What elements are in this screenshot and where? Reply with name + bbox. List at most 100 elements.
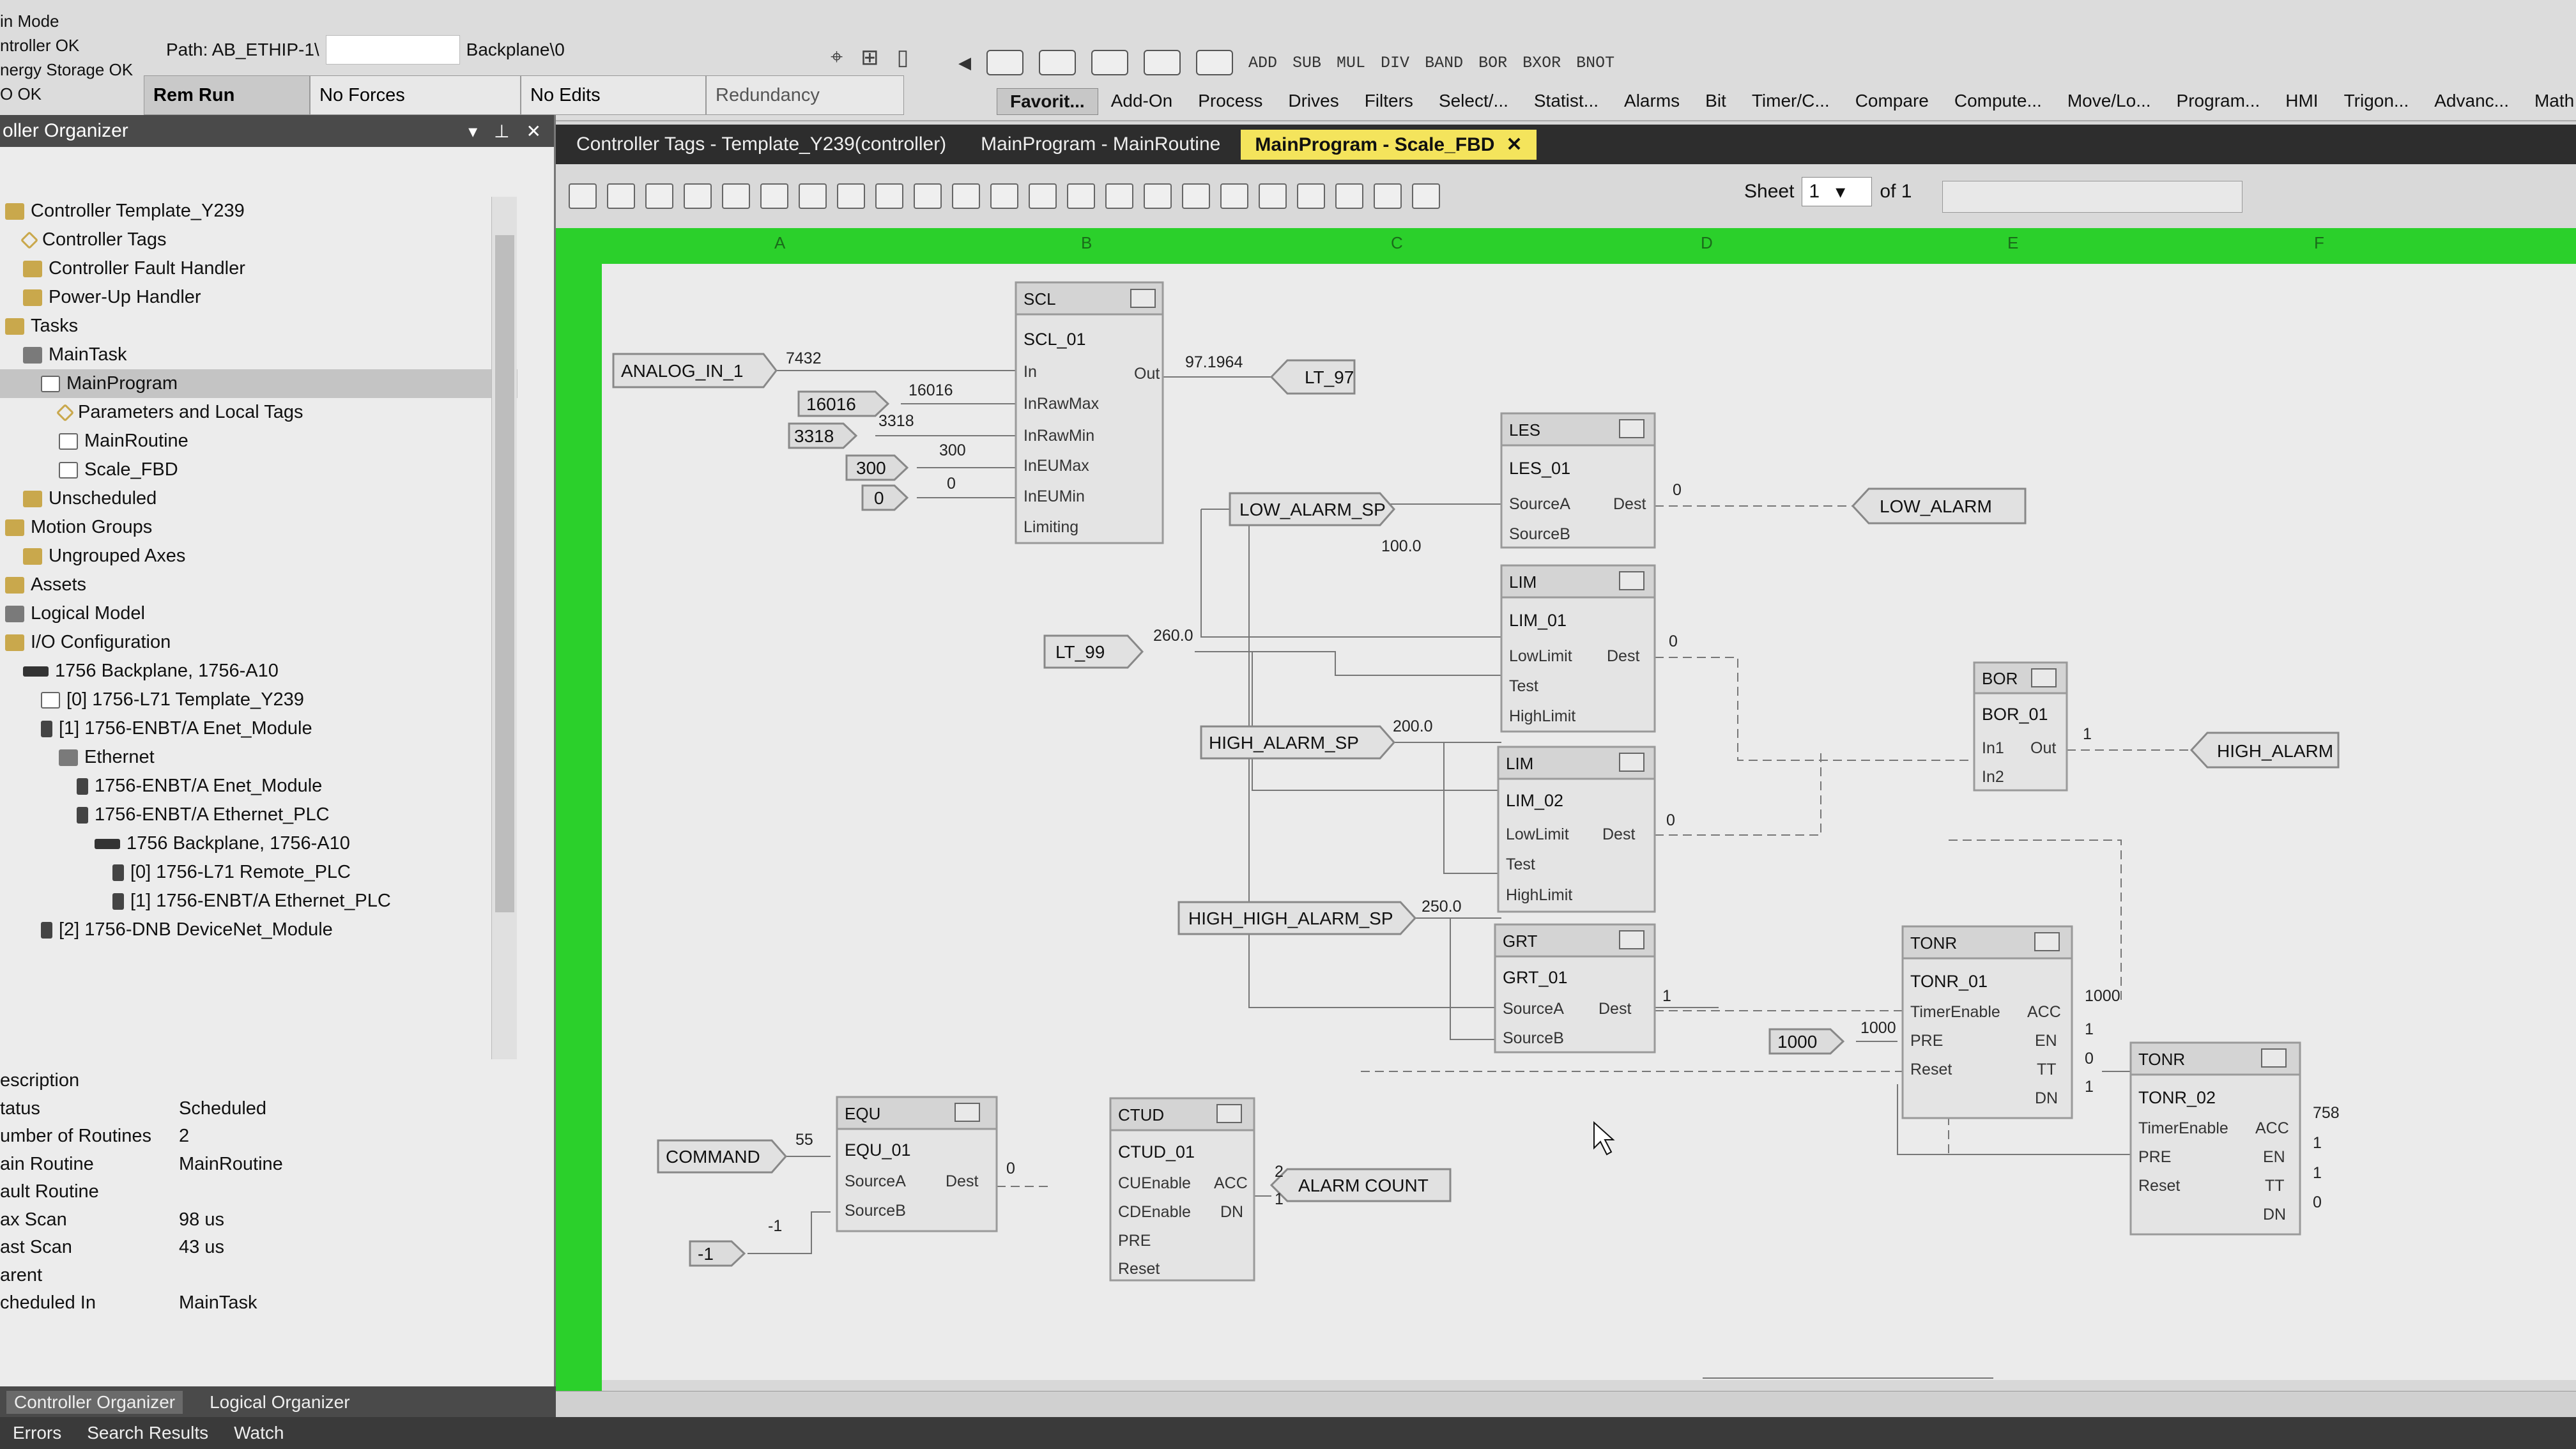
equ-properties-button[interactable] [954, 1103, 980, 1122]
block-grt[interactable]: GRT GRT_01 SourceA SourceB Dest 1 [1494, 923, 1671, 1054]
tab-main-routine[interactable]: MainProgram - MainRoutine [967, 130, 1234, 159]
block-btn-3[interactable] [1091, 50, 1128, 75]
tree-item[interactable]: Controller Template_Y239 [0, 197, 518, 226]
close-tab-icon[interactable]: ✕ [1506, 134, 1522, 155]
tb-btn-4[interactable] [684, 183, 712, 209]
cat-tab-compute[interactable]: Compute... [1942, 88, 2055, 115]
tb-btn-5[interactable] [722, 183, 750, 209]
tb-btn-1[interactable] [569, 183, 597, 209]
module-icon[interactable]: ▯ [897, 45, 909, 70]
cat-tab-addon[interactable]: Add-On [1098, 88, 1186, 115]
tree-item[interactable]: I/O Configuration [0, 628, 518, 657]
instr-add[interactable]: ADD [1248, 54, 1277, 72]
tree-item[interactable]: Assets [0, 571, 518, 599]
instr-band[interactable]: BAND [1425, 54, 1463, 72]
cat-tab-program[interactable]: Program... [2164, 88, 2273, 115]
tb-btn-22[interactable] [1374, 183, 1402, 209]
tb-btn-19[interactable] [1259, 183, 1287, 209]
cat-tab-drives[interactable]: Drives [1275, 88, 1351, 115]
rem-run-status[interactable]: Rem Run [144, 75, 310, 115]
tree-item[interactable]: MainRoutine [0, 427, 518, 456]
bor-properties-button[interactable] [2031, 668, 2057, 687]
block-tonr-01[interactable]: TONR TONR_01 TimerEnable PRE Reset ACC E… [1901, 925, 2120, 1119]
tb-btn-16[interactable] [1144, 183, 1172, 209]
cat-tab-process[interactable]: Process [1185, 88, 1275, 115]
block-equ[interactable]: EQU EQU_01 SourceA SourceB Dest 0 [836, 1096, 1015, 1232]
tree-item[interactable]: Tasks [0, 312, 518, 341]
tree-item[interactable]: Scale_FBD [0, 456, 518, 484]
zoom-out-icon[interactable] [1067, 183, 1095, 209]
block-lim-02[interactable]: LIM LIM_02 LowLimit Test HighLimit Dest … [1497, 746, 1675, 913]
tree-item[interactable]: Controller Fault Handler [0, 254, 518, 283]
block-bor[interactable]: BOR BOR_01 In1 In2 Out 1 [1973, 661, 2092, 792]
tb-btn-12[interactable] [990, 183, 1018, 209]
lim02-properties-button[interactable] [1619, 753, 1644, 772]
tab-controller-tags[interactable]: Controller Tags - Template_Y239(controll… [562, 130, 960, 159]
tab-controller-organizer[interactable]: Controller Organizer [6, 1391, 183, 1414]
cat-tab-filters[interactable]: Filters [1352, 88, 1426, 115]
block-scl[interactable]: SCL SCL_01 In InRawMax InRawMin InEUMax … [1015, 281, 1243, 544]
tree-item[interactable]: Parameters and Local Tags [0, 398, 518, 427]
tree-item[interactable]: Ungrouped Axes [0, 542, 518, 571]
cat-tab-math[interactable]: Math C [2522, 88, 2576, 115]
tree-item[interactable]: MainTask [0, 341, 518, 369]
zoom-in-icon[interactable] [1029, 183, 1057, 209]
tb-btn-9[interactable] [875, 183, 903, 209]
tree-item[interactable]: [1] 1756-ENBT/A Ethernet_PLC [0, 887, 518, 916]
dropdown-icon[interactable]: ▾ [468, 121, 477, 142]
scroll-thumb[interactable] [495, 235, 514, 912]
les-properties-button[interactable] [1619, 419, 1644, 438]
cat-tab-select[interactable]: Select/... [1426, 88, 1521, 115]
organizer-scrollbar[interactable] [491, 197, 517, 1059]
ctud-properties-button[interactable] [1216, 1104, 1242, 1123]
edits-status[interactable]: No Edits [521, 75, 706, 115]
block-ctud[interactable]: CTUD CTUD_01 CUEnable CDEnable PRE Reset… [1109, 1097, 1284, 1282]
block-tonr-02[interactable]: TONR TONR_02 TimerEnable PRE Reset ACC E… [2129, 1041, 2340, 1236]
lit-eu-min[interactable] [861, 484, 909, 511]
tree-item[interactable]: Unscheduled [0, 484, 518, 513]
tb-btn-23[interactable] [1412, 183, 1440, 209]
tree-item[interactable]: MainProgram [0, 369, 518, 398]
close-icon[interactable]: ✕ [526, 121, 541, 142]
tonr01-properties-button[interactable] [2034, 932, 2060, 951]
redundancy-status[interactable]: Redundancy [706, 75, 904, 115]
tree-item[interactable]: 1756 Backplane, 1756-A10 [0, 829, 518, 858]
tree-item[interactable]: [0] 1756-L71 Template_Y239 [0, 686, 518, 714]
lim01-properties-button[interactable] [1619, 571, 1644, 590]
instr-bxor[interactable]: BXOR [1522, 54, 1561, 72]
tb-btn-6[interactable] [760, 183, 788, 209]
tb-btn-10[interactable] [914, 183, 942, 209]
tab-watch[interactable]: Watch [234, 1423, 284, 1443]
tb-btn-3[interactable] [645, 183, 673, 209]
sheet-description-box[interactable] [1942, 181, 2242, 213]
tab-logical-organizer[interactable]: Logical Organizer [202, 1391, 357, 1414]
cat-tab-move[interactable]: Move/Lo... [2055, 88, 2164, 115]
fbd-canvas[interactable]: A B C D E F G [556, 228, 2576, 1423]
cat-tab-alarms[interactable]: Alarms [1611, 88, 1692, 115]
scl-properties-button[interactable] [1130, 289, 1156, 308]
path-bar[interactable]: Path: AB_ETHIP-1\ Backplane\0 [166, 31, 565, 69]
cat-tab-bit[interactable]: Bit [1692, 88, 1739, 115]
tree-item[interactable]: 1756 Backplane, 1756-A10 [0, 657, 518, 686]
tree-item[interactable]: [2] 1756-DNB DeviceNet_Module [0, 916, 518, 944]
tab-search-results[interactable]: Search Results [87, 1423, 208, 1443]
block-btn-4[interactable] [1144, 50, 1181, 75]
tb-btn-2[interactable] [607, 183, 635, 209]
instr-bnot[interactable]: BNOT [1576, 54, 1614, 72]
pin-panel-icon[interactable]: ⊥ [494, 121, 509, 142]
tree-item[interactable]: [0] 1756-L71 Remote_PLC [0, 858, 518, 887]
block-les[interactable]: LES LES_01 SourceA SourceB Dest 0 [1500, 412, 1682, 549]
tb-btn-8[interactable] [837, 183, 865, 209]
tree-item[interactable]: [1] 1756-ENBT/A Enet_Module [0, 714, 518, 743]
block-btn-5[interactable] [1196, 50, 1233, 75]
cat-tab-advanced[interactable]: Advanc... [2421, 88, 2522, 115]
tree-item[interactable]: Power-Up Handler [0, 283, 518, 312]
tree-item[interactable]: Ethernet [0, 743, 518, 772]
network-icon[interactable]: ⊞ [861, 45, 879, 70]
tab-errors[interactable]: Errors [13, 1423, 61, 1443]
tree-item[interactable]: 1756-ENBT/A Enet_Module [0, 772, 518, 801]
instr-bor[interactable]: BOR [1478, 54, 1507, 72]
tree-item[interactable]: Motion Groups [0, 513, 518, 542]
tb-btn-20[interactable] [1297, 183, 1325, 209]
instr-div[interactable]: DIV [1381, 54, 1409, 72]
